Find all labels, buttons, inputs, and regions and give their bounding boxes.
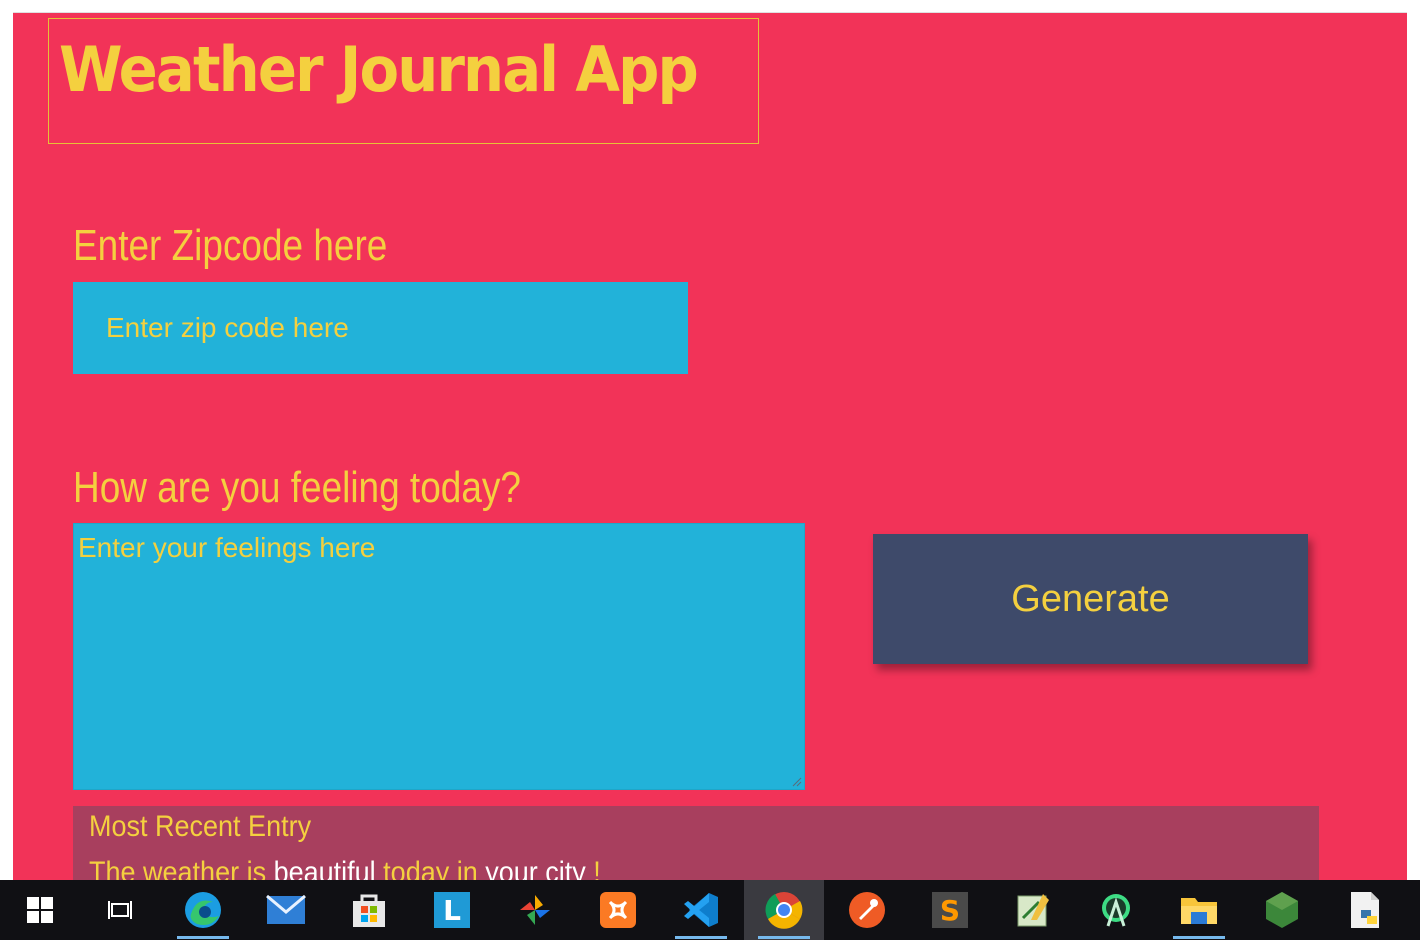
zip-label: Enter Zipcode here: [73, 221, 388, 270]
vscode-icon: [684, 893, 718, 927]
resize-handle-icon[interactable]: [790, 775, 802, 787]
xampp-icon: [600, 892, 636, 928]
store-icon: [353, 894, 385, 927]
taskbar-store[interactable]: [329, 880, 409, 940]
running-indicator: [177, 936, 229, 939]
photos-icon: [520, 895, 550, 925]
taskbar-edge[interactable]: [163, 880, 243, 940]
task-view-icon: [108, 901, 132, 919]
zip-input[interactable]: [73, 282, 688, 374]
postman-icon: [849, 892, 885, 928]
notepad-icon: [1017, 894, 1049, 927]
file-explorer-icon: [1181, 898, 1217, 924]
feelings-textarea[interactable]: [73, 523, 805, 790]
taskbar-node[interactable]: [1242, 880, 1322, 940]
python-file-icon: [1351, 892, 1379, 928]
entry-city: your city: [485, 856, 586, 881]
title-box: Weather Journal App: [48, 18, 759, 144]
start-button[interactable]: [0, 880, 80, 940]
running-indicator: [758, 936, 810, 939]
task-view-button[interactable]: [80, 880, 160, 940]
entry-text-part: !: [585, 856, 601, 881]
taskbar-mail[interactable]: [246, 880, 326, 940]
running-indicator: [1173, 936, 1225, 939]
edge-icon: [185, 892, 221, 928]
weather-journal-page: Weather Journal App Enter Zipcode here H…: [13, 12, 1407, 881]
taskbar-postman[interactable]: [827, 880, 907, 940]
entry-description: beautiful: [273, 856, 376, 881]
sublime-icon: S: [932, 892, 968, 928]
node-icon: [1266, 892, 1298, 928]
taskbar-sublime[interactable]: S: [910, 880, 990, 940]
taskbar-chrome[interactable]: [744, 880, 824, 940]
taskbar-python-file[interactable]: [1325, 880, 1405, 940]
taskbar-l-app[interactable]: L: [412, 880, 492, 940]
feelings-label: How are you feeling today?: [73, 463, 521, 512]
taskbar-android-studio[interactable]: [1076, 880, 1156, 940]
taskbar-notepad[interactable]: [993, 880, 1073, 940]
entry-text-part: today in: [375, 856, 486, 881]
entry-title: Most Recent Entry: [89, 810, 312, 843]
entry-text: The weather is beautiful today in your c…: [89, 856, 601, 881]
taskbar: L S: [0, 880, 1420, 940]
taskbar-photos[interactable]: [495, 880, 575, 940]
running-indicator: [675, 936, 727, 939]
windows-start-icon: [27, 897, 53, 923]
taskbar-vscode[interactable]: [661, 880, 741, 940]
android-studio-icon: [1102, 894, 1130, 927]
mail-icon: [266, 895, 306, 924]
taskbar-xampp[interactable]: [578, 880, 658, 940]
recent-entry-panel: Most Recent Entry The weather is beautif…: [73, 806, 1319, 881]
window-edge: [1407, 12, 1420, 880]
chrome-icon: [765, 892, 803, 929]
page-title: Weather Journal App: [59, 33, 699, 106]
taskbar-file-explorer[interactable]: [1159, 880, 1239, 940]
entry-text-part: The weather is: [89, 856, 274, 881]
l-app-icon: L: [434, 892, 470, 928]
generate-button[interactable]: Generate: [873, 534, 1308, 664]
